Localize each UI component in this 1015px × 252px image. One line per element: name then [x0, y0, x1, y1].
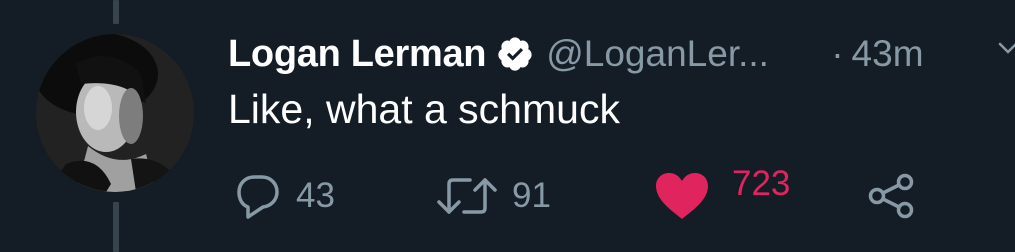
retweet-arrows-icon: [436, 174, 498, 218]
reply-count: 43: [296, 176, 335, 215]
chevron-down-icon[interactable]: [998, 40, 1015, 58]
like-button[interactable]: 723: [654, 164, 791, 226]
separator-dot: ·: [831, 33, 844, 74]
like-count: 723: [732, 164, 791, 203]
share-icon: [866, 171, 916, 221]
retweet-button[interactable]: 91: [436, 166, 551, 226]
retweet-count: 91: [512, 176, 551, 215]
tweet-header: Logan Lerman @LoganLer... · 43m: [228, 26, 924, 82]
reply-bubble-icon: [234, 172, 282, 220]
reply-button[interactable]: 43: [234, 166, 335, 226]
share-button[interactable]: [866, 166, 916, 226]
thread-line-top: [113, 0, 119, 24]
verified-badge-icon: [496, 35, 534, 73]
action-bar: 43 91 723: [0, 164, 1015, 226]
display-name[interactable]: Logan Lerman: [228, 33, 487, 76]
timestamp[interactable]: 43m: [852, 33, 924, 75]
tweet-text: Like, what a schmuck: [228, 86, 620, 132]
heart-icon: [654, 171, 710, 221]
handle[interactable]: @LoganLer...: [546, 33, 801, 75]
